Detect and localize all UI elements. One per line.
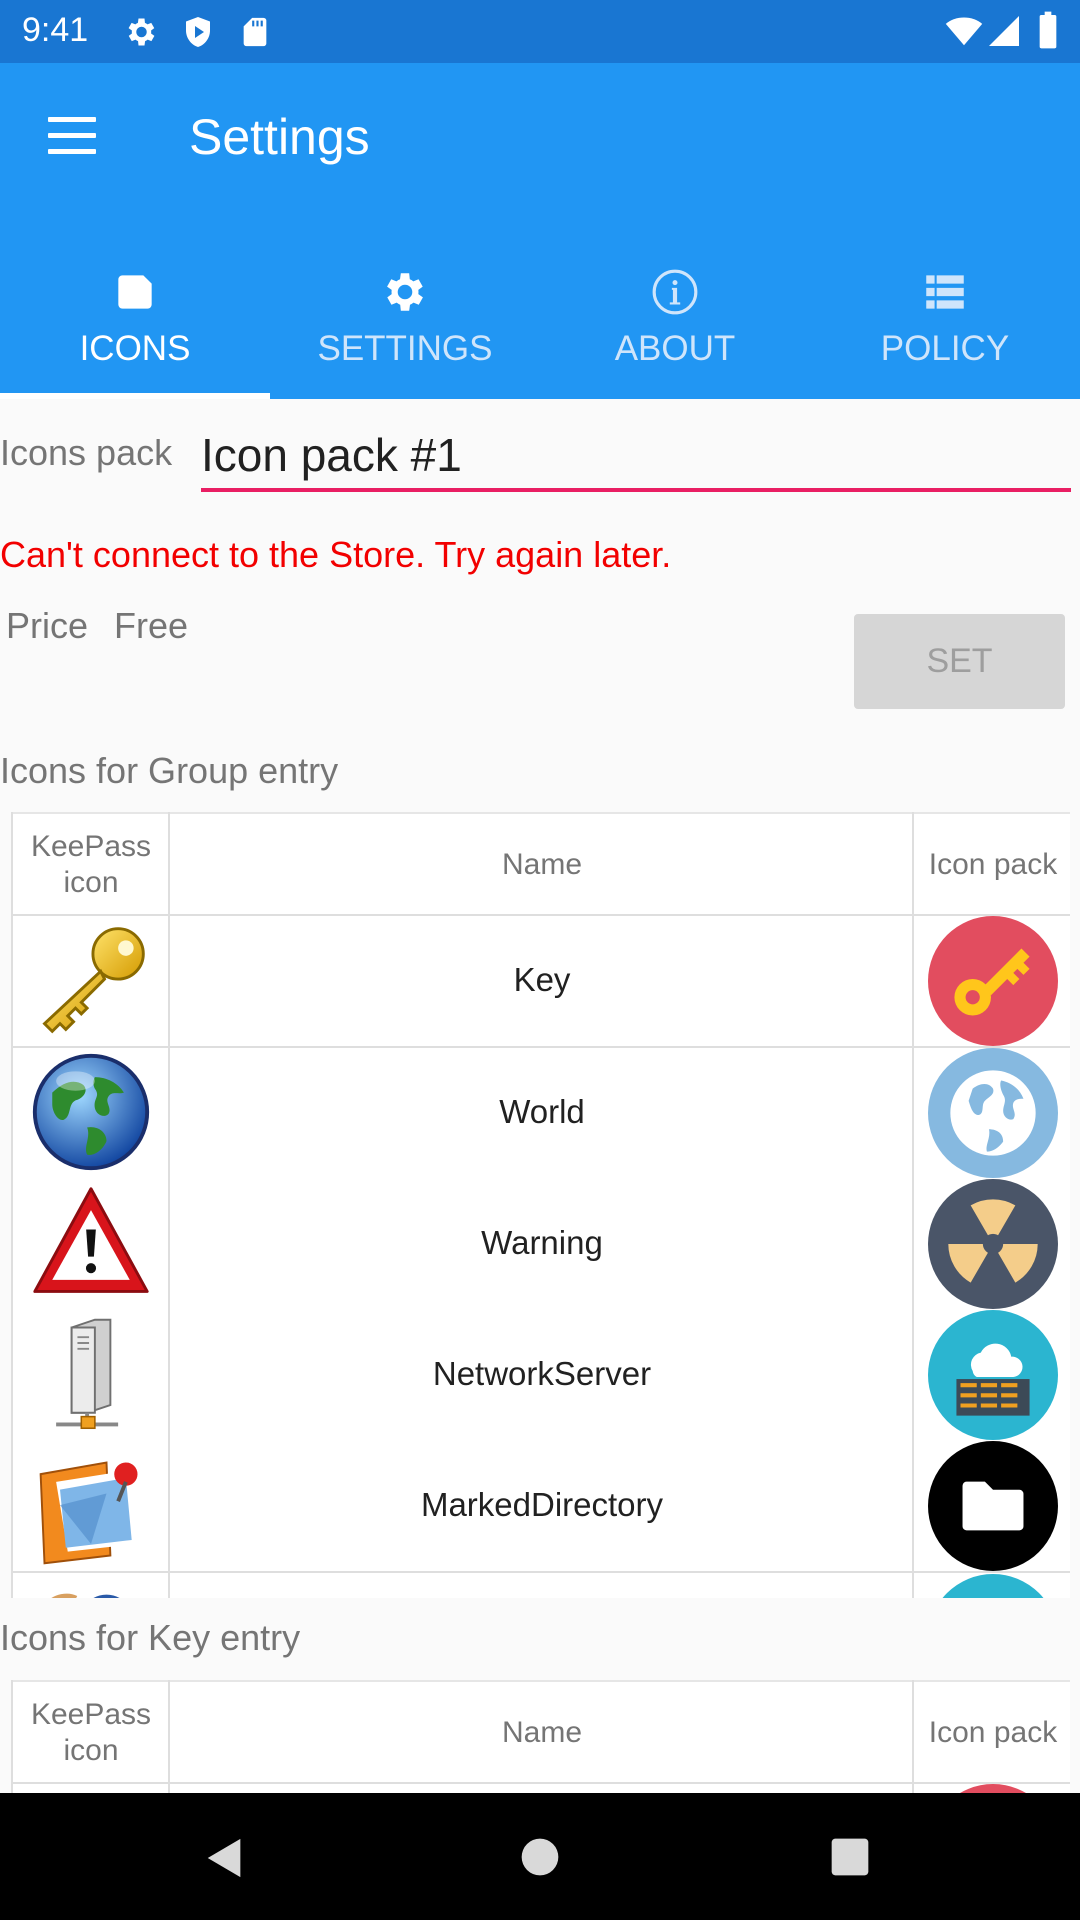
- row-name: World: [499, 1093, 585, 1130]
- warning-icon: [33, 1187, 149, 1293]
- folder-circle-icon: [928, 1441, 1058, 1571]
- tab-settings[interactable]: SETTINGS: [270, 231, 540, 399]
- tab-icons-label: ICONS: [79, 329, 191, 368]
- status-time: 9:41: [22, 11, 89, 49]
- header-name: Name: [501, 848, 583, 881]
- info-icon: [652, 269, 698, 315]
- recents-icon[interactable]: [828, 1835, 872, 1879]
- column-divider: [168, 1680, 170, 1793]
- set-button[interactable]: SET: [854, 614, 1065, 709]
- header-icon-pack: Icon pack: [928, 848, 1058, 881]
- group-section-title: Icons for Group entry: [0, 750, 339, 791]
- tab-policy[interactable]: POLICY: [810, 231, 1080, 399]
- settings-notification-icon: [128, 18, 155, 46]
- app-bar: Settings ICONS SETTINGS ABOUT POLICY: [0, 63, 1080, 399]
- list-icon: [926, 275, 964, 309]
- key-icons-table: KeePass icon Name Icon pack: [11, 1680, 1070, 1793]
- row-name: MarkedDirectory: [420, 1486, 664, 1523]
- partial-row-icon: [51, 1593, 120, 1598]
- table-row[interactable]: World: [13, 1048, 1070, 1178]
- row-divider: [13, 1571, 1070, 1573]
- radiation-circle-icon: [928, 1179, 1058, 1309]
- back-icon[interactable]: [202, 1835, 248, 1881]
- icons-pack-value: Icon pack #1: [201, 429, 462, 481]
- tab-policy-label: POLICY: [880, 329, 1010, 368]
- partial-pack-icon: [960, 1784, 1026, 1793]
- tab-about[interactable]: ABOUT: [540, 231, 810, 399]
- page-title: Settings: [189, 109, 370, 165]
- table-row[interactable]: Warning: [13, 1179, 1070, 1309]
- group-icons-table: KeePass icon Name Icon pack Key World Wa…: [11, 812, 1070, 1598]
- column-divider: [912, 1680, 914, 1793]
- header-keepass-icon: KeePass icon: [30, 1698, 152, 1767]
- key-section-title: Icons for Key entry: [0, 1617, 301, 1658]
- tab-about-label: ABOUT: [614, 329, 736, 368]
- header-icon-pack: Icon pack: [928, 1716, 1058, 1749]
- status-bar: 9:41: [0, 0, 1080, 63]
- price-label: Price: [6, 605, 89, 646]
- navigation-bar: [0, 1793, 1080, 1920]
- battery-icon: [1039, 11, 1057, 49]
- sd-card-icon: [118, 275, 152, 309]
- partial-pack-icon: [942, 1574, 1044, 1598]
- key-icon: [42, 927, 145, 1034]
- icons-pack-dropdown[interactable]: Icon pack #1: [201, 420, 1071, 492]
- header-name: Name: [501, 1716, 583, 1749]
- wifi-icon: [945, 17, 983, 46]
- table-row[interactable]: NetworkServer: [13, 1310, 1070, 1440]
- menu-button[interactable]: [42, 113, 102, 163]
- sd-card-status-icon: [243, 17, 267, 47]
- row-name: Key: [513, 961, 571, 998]
- gear-icon: [387, 273, 423, 311]
- globe-circle-icon: [928, 1048, 1058, 1178]
- home-icon[interactable]: [518, 1835, 562, 1879]
- store-error-message: Can't connect to the Store. Try again la…: [0, 534, 672, 575]
- marked-directory-icon: [39, 1461, 138, 1565]
- hamburger-icon-line: [48, 149, 96, 154]
- hamburger-icon-line: [48, 117, 96, 122]
- globe-icon: [32, 1053, 150, 1171]
- table-row[interactable]: Key: [13, 916, 1070, 1046]
- tab-settings-label: SETTINGS: [317, 329, 493, 368]
- icons-pack-label: Icons pack: [0, 432, 173, 473]
- key-circle-icon: [928, 916, 1058, 1046]
- header-keepass-icon: KeePass icon: [30, 830, 152, 899]
- cell-signal-icon: [989, 16, 1019, 46]
- server-icon: [56, 1318, 119, 1430]
- row-name: NetworkServer: [432, 1355, 652, 1392]
- price-value: Free: [114, 605, 189, 646]
- tab-bar: ICONS SETTINGS ABOUT POLICY: [0, 231, 1080, 399]
- shield-play-icon: [186, 17, 210, 47]
- row-name: Warning: [481, 1224, 603, 1261]
- cloud-server-circle-icon: [928, 1310, 1058, 1440]
- table-row[interactable]: MarkedDirectory: [13, 1441, 1070, 1571]
- hamburger-icon-line: [48, 133, 96, 138]
- tab-indicator: [0, 393, 270, 399]
- tab-icons[interactable]: ICONS: [0, 231, 270, 399]
